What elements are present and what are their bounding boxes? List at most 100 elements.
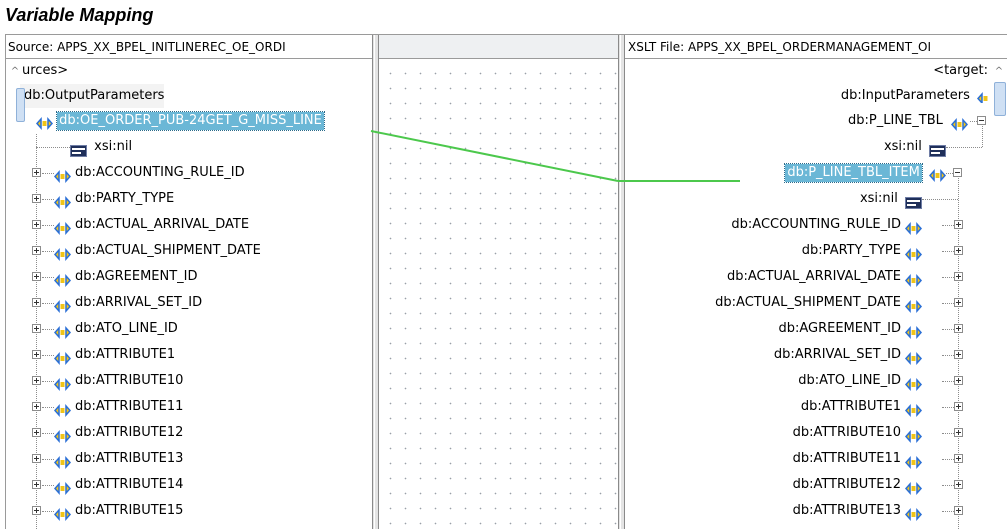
source-list-item[interactable]: db:ACTUAL_ARRIVAL_DATE [53,212,249,238]
minus-expander-icon[interactable] [977,116,986,125]
source-list-item[interactable]: db:ATTRIBUTE13 [53,446,183,472]
target-input-parameters-node[interactable]: db:InputParameters [841,84,988,108]
source-item-label: db:ATTRIBUTE1 [75,347,176,362]
source-item-connector [42,459,54,460]
source-item-connector [42,485,54,486]
source-root-label: urces> [22,63,69,78]
source-list-item[interactable]: db:ATTRIBUTE10 [53,368,183,394]
scroll-up-icon[interactable]: ^ [992,65,1006,79]
source-list-item[interactable]: db:ACCOUNTING_RULE_ID [53,160,245,186]
target-tree[interactable]: <target: ^ db:InputParameters db:P_LINE_… [625,60,1007,529]
plus-expander-icon[interactable] [32,194,41,203]
target-list-item[interactable]: db:ACTUAL_SHIPMENT_DATE [715,290,923,316]
source-list-item[interactable]: db:ATTRIBUTE14 [53,472,183,498]
right-splitter[interactable] [618,35,625,529]
element-icon [35,114,54,130]
plus-expander-icon[interactable] [954,350,963,359]
target-selected-node[interactable]: db:P_LINE_TBL_ITEM [784,160,947,186]
plus-expander-icon[interactable] [954,220,963,229]
plus-expander-icon[interactable] [954,376,963,385]
source-item-connector [42,173,54,174]
source-nil-connector [36,147,70,148]
plus-expander-icon[interactable] [32,324,41,333]
element-icon [904,401,923,417]
left-splitter[interactable] [372,35,379,529]
plus-expander-icon[interactable] [32,350,41,359]
source-scroll-thumb[interactable] [16,88,25,122]
target-selected-label: db:P_LINE_TBL_ITEM [784,162,923,183]
target-root-node[interactable]: <target: [933,60,988,83]
target-list-item[interactable]: db:ACTUAL_ARRIVAL_DATE [727,264,923,290]
target-params-label: db:InputParameters [840,88,970,103]
plus-expander-icon[interactable] [954,246,963,255]
plus-expander-icon[interactable] [954,272,963,281]
source-item-label: db:ATTRIBUTE11 [75,399,184,414]
target-item-label: db:ATTRIBUTE1 [800,399,901,414]
plus-expander-icon[interactable] [954,454,963,463]
source-list-item[interactable]: db:PARTY_TYPE [53,186,174,212]
plus-expander-icon[interactable] [954,402,963,411]
element-icon [53,219,72,235]
plus-expander-icon[interactable] [32,454,41,463]
target-scroll-thumb[interactable] [994,82,1006,116]
target-list-item[interactable]: db:ATTRIBUTE1 [800,394,923,420]
mapping-canvas[interactable] [379,60,618,529]
minus-expander-icon[interactable] [953,168,962,177]
source-item-connector [42,277,54,278]
source-selected-node[interactable]: db:OE_ORDER_PUB-24GET_G_MISS_LINE [35,108,325,134]
plus-expander-icon[interactable] [32,168,41,177]
source-list-item[interactable]: db:ATTRIBUTE1 [53,342,176,368]
target-list-item[interactable]: db:ATTRIBUTE11 [793,446,923,472]
source-output-parameters-node[interactable]: db:OutputParameters [20,84,165,108]
source-root-node[interactable]: urces> [22,60,68,83]
source-list-item[interactable]: db:ARRIVAL_SET_ID [53,290,202,316]
element-icon [53,193,72,209]
plus-expander-icon[interactable] [32,402,41,411]
plus-expander-icon[interactable] [32,220,41,229]
target-list-item[interactable]: db:ARRIVAL_SET_ID [774,342,923,368]
plus-expander-icon[interactable] [954,324,963,333]
source-list-item[interactable]: db:ATTRIBUTE12 [53,420,183,446]
target-list-item[interactable]: db:ATTRIBUTE12 [793,472,923,498]
plus-expander-icon[interactable] [32,272,41,281]
target-list-item[interactable]: db:PARTY_TYPE [801,238,923,264]
target-list-item[interactable]: db:AGREEMENT_ID [778,316,923,342]
source-item-connector [42,355,54,356]
plus-expander-icon[interactable] [954,428,963,437]
nil-attribute-icon [70,141,87,157]
target-item-label: db:AGREEMENT_ID [778,321,901,336]
element-icon [53,401,72,417]
element-icon [904,505,923,521]
source-list-item[interactable]: db:ATO_LINE_ID [53,316,178,342]
plus-expander-icon[interactable] [954,480,963,489]
source-tree[interactable]: ^ urces> db:OutputParameters db:OE_ORDER… [6,60,372,529]
plus-expander-icon[interactable] [32,246,41,255]
element-icon [977,90,988,103]
source-nil-node[interactable]: xsi:nil [70,134,132,160]
target-item-label: db:PARTY_TYPE [801,243,901,258]
source-list-item[interactable]: db:ATTRIBUTE15 [53,498,183,524]
target-list-item[interactable]: db:ATO_LINE_ID [798,368,923,394]
plus-expander-icon[interactable] [32,376,41,385]
scroll-left-icon[interactable]: ^ [8,65,22,79]
source-list-item[interactable]: db:ATTRIBUTE11 [53,394,184,420]
target-tbl-nil-node[interactable]: xsi:nil [884,134,946,160]
source-list-item[interactable]: db:ACTUAL_SHIPMENT_DATE [53,238,261,264]
element-icon [904,375,923,391]
source-list-item[interactable]: db:AGREEMENT_ID [53,264,198,290]
source-item-connector [42,303,54,304]
nil-attribute-icon [905,193,922,209]
target-list-item[interactable]: db:ATTRIBUTE13 [793,498,923,524]
target-p-line-tbl-node[interactable]: db:P_LINE_TBL [848,108,969,134]
target-list-item[interactable]: db:ATTRIBUTE10 [793,420,923,446]
plus-expander-icon[interactable] [954,506,963,515]
plus-expander-icon[interactable] [32,428,41,437]
plus-expander-icon[interactable] [32,480,41,489]
element-icon [53,271,72,287]
plus-expander-icon[interactable] [32,298,41,307]
source-pane-header: Source: APPS_XX_BPEL_INITLINEREC_OE_ORDI [6,35,372,59]
target-list-item[interactable]: db:ACCOUNTING_RULE_ID [731,212,923,238]
plus-expander-icon[interactable] [32,506,41,515]
plus-expander-icon[interactable] [954,298,963,307]
target-item-nil-node[interactable]: xsi:nil [860,186,922,212]
